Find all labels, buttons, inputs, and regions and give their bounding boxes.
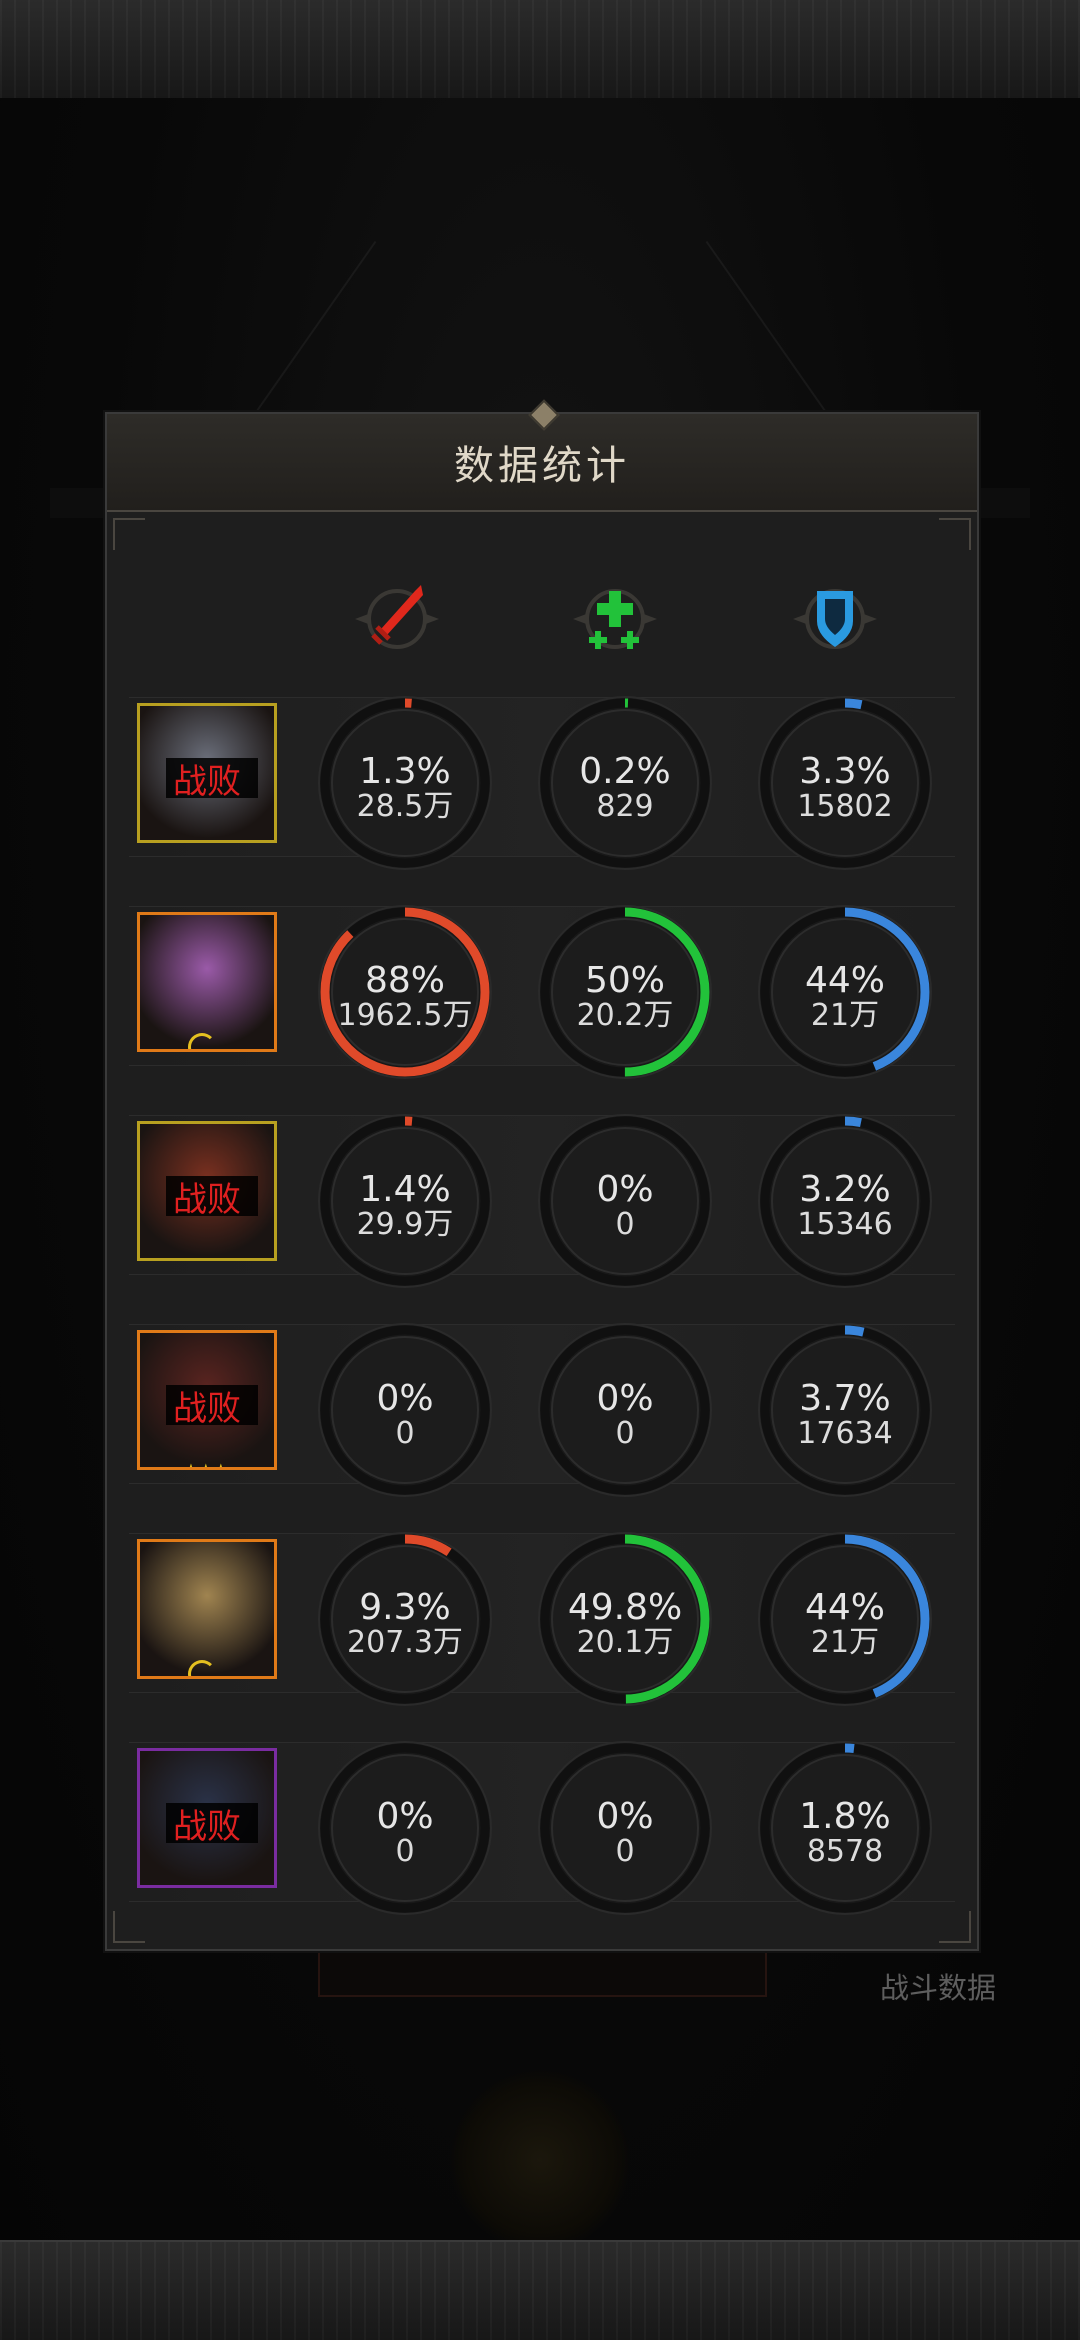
stat-value: 28.5万 [356, 789, 454, 824]
heal-stat-ring: 49.8% 20.1万 [537, 1531, 713, 1707]
stats-dialog: 数据统计 战败 1.3% 28.5万 0.2% 829 3.3% 15802 88% 1962.… [105, 399, 979, 1951]
hero-stat-row: 战败 1.4% 29.9万 0% 0 3.2% 15346 [129, 1095, 955, 1295]
hero-avatar[interactable] [137, 1539, 277, 1679]
stat-percent: 1.3% [359, 751, 451, 792]
damage-stat-ring: 0% 0 [317, 1740, 493, 1916]
stat-value: 29.9万 [356, 1207, 454, 1242]
stat-percent: 1.8% [799, 1796, 891, 1837]
stat-value: 0 [395, 1834, 415, 1869]
bottom-decorative-bar [0, 2240, 1080, 2340]
stat-value: 8578 [806, 1834, 884, 1869]
background-button [318, 1945, 767, 1997]
damage-stat-ring: 1.3% 28.5万 [317, 695, 493, 871]
hero-stat-row: 88% 1962.5万 50% 20.2万 44% 21万 [129, 886, 955, 1086]
damage-stat-ring: 1.4% 29.9万 [317, 1113, 493, 1289]
tank-stat-ring: 3.2% 15346 [757, 1113, 933, 1289]
hero-avatar[interactable]: 战败 [137, 1748, 277, 1888]
stat-percent: 3.7% [799, 1378, 891, 1419]
stat-value: 17634 [797, 1416, 893, 1451]
hero-portrait [140, 915, 274, 1049]
stat-percent: 49.8% [567, 1587, 683, 1628]
stat-value: 0 [615, 1207, 635, 1242]
hero-stat-row: 战败 1.3% 28.5万 0.2% 829 3.3% 15802 [129, 677, 955, 877]
stat-percent: 50% [584, 960, 665, 1001]
hero-stat-row: 战败★★★0%00%03.7%17634 [129, 1304, 955, 1504]
stat-percent: 1.4% [359, 1169, 451, 1210]
hero-avatar[interactable]: 战败 [137, 1121, 277, 1261]
heal-stat-ring: 0% 0 [537, 1322, 713, 1498]
stat-percent: 3.2% [799, 1169, 891, 1210]
stat-percent: 0% [596, 1169, 654, 1210]
damage-stat-ring: 88% 1962.5万 [317, 904, 493, 1080]
shield-icon [775, 569, 895, 669]
dialog-header: 数据统计 [107, 399, 977, 512]
defeat-label: 战败 [173, 1180, 241, 1220]
stat-value: 21万 [810, 1625, 880, 1660]
battle-data-label[interactable]: 战斗数据 [880, 1965, 996, 2007]
stat-percent: 44% [804, 960, 885, 1001]
hero-portrait [140, 1542, 274, 1676]
defeat-label: 战败 [173, 1807, 241, 1847]
stat-percent: 0% [376, 1796, 434, 1837]
stat-value: 20.2万 [576, 998, 674, 1033]
heal-cross-icon [555, 569, 675, 669]
corner-ornament [113, 518, 145, 550]
stat-value: 15802 [797, 789, 893, 824]
stat-value: 0 [615, 1834, 635, 1869]
stat-percent: 0% [596, 1796, 654, 1837]
stat-value: 15346 [797, 1207, 893, 1242]
corner-ornament [939, 518, 971, 550]
sword-icon [337, 569, 457, 669]
heal-stat-ring: 50% 20.2万 [537, 904, 713, 1080]
defeat-label: 战败 [173, 762, 241, 802]
damage-stat-ring: 9.3% 207.3万 [317, 1531, 493, 1707]
stat-percent: 9.3% [359, 1587, 451, 1628]
stat-value: 0 [395, 1416, 415, 1451]
heal-stat-ring: 0.2% 829 [537, 695, 713, 871]
stat-percent: 88% [364, 960, 445, 1001]
dialog-title: 数据统计 [454, 443, 630, 489]
stat-percent: 0.2% [579, 751, 671, 792]
top-decorative-bar [0, 0, 1080, 100]
hero-avatar[interactable]: 战败 ★★★ [137, 1330, 277, 1470]
defeat-label: 战败 [173, 1389, 241, 1429]
stat-percent: 0% [596, 1378, 654, 1419]
stat-value: 1962.5万 [337, 998, 473, 1033]
background-emblem [450, 2070, 630, 2250]
tank-stat-ring: 44% 21万 [757, 904, 933, 1080]
stat-percent: 44% [804, 1587, 885, 1628]
hero-avatar[interactable] [137, 912, 277, 1052]
tank-stat-ring: 3.3% 15802 [757, 695, 933, 871]
stat-percent: 0% [376, 1378, 434, 1419]
damage-stat-ring: 0% 0 [317, 1322, 493, 1498]
heal-stat-ring: 0% 0 [537, 1113, 713, 1289]
stat-value: 0 [615, 1416, 635, 1451]
stat-percent: 3.3% [799, 751, 891, 792]
hero-avatar[interactable]: 战败 [137, 703, 277, 843]
stat-value: 20.1万 [576, 1625, 674, 1660]
tank-stat-ring: 1.8% 8578 [757, 1740, 933, 1916]
star-rank-icon: ★★★ [182, 1459, 230, 1467]
stat-value: 207.3万 [347, 1625, 463, 1660]
hero-stat-row: 战败 0% 0 0% 0 1.8% 8578 [129, 1722, 955, 1922]
tank-stat-ring: 44% 21万 [757, 1531, 933, 1707]
stat-value: 21万 [810, 998, 880, 1033]
heal-stat-ring: 0% 0 [537, 1740, 713, 1916]
stat-value: 829 [596, 789, 654, 824]
hero-stat-row: 9.3% 207.3万 49.8% 20.1万 44% 21万 [129, 1513, 955, 1713]
tank-stat-ring: 3.7% 17634 [757, 1322, 933, 1498]
